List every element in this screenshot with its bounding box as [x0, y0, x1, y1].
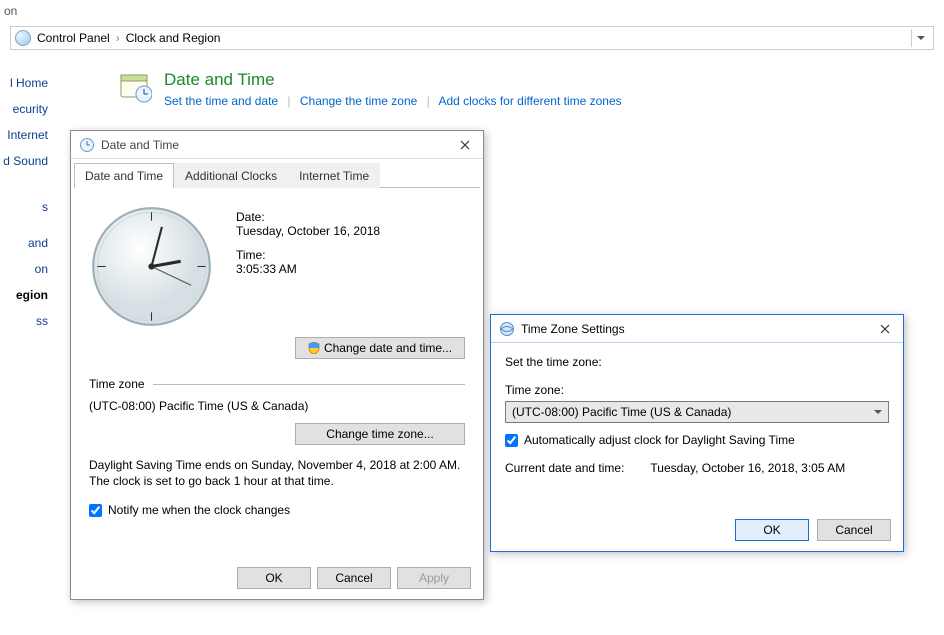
cancel-button[interactable]: Cancel [817, 519, 891, 541]
dst-info-text: Daylight Saving Time ends on Sunday, Nov… [89, 457, 465, 489]
dialog-body: Set the time zone: Time zone: (UTC-08:00… [491, 343, 903, 551]
change-date-time-button[interactable]: Change date and time... [295, 337, 465, 359]
sidebar-item[interactable]: ss [0, 308, 52, 334]
address-dropdown[interactable] [911, 29, 929, 47]
chevron-down-icon [874, 410, 882, 414]
sidebar-item[interactable]: d Sound [0, 148, 52, 174]
breadcrumb-root[interactable]: Control Panel [37, 31, 110, 45]
control-panel-icon [15, 30, 31, 46]
notify-checkbox[interactable] [89, 504, 102, 517]
close-icon [460, 140, 470, 150]
titlebar[interactable]: Time Zone Settings [491, 315, 903, 343]
titlebar[interactable]: Date and Time [71, 131, 483, 159]
notify-label: Notify me when the clock changes [108, 503, 290, 517]
breadcrumb-section[interactable]: Clock and Region [126, 31, 221, 45]
sidebar-item[interactable]: on [0, 256, 52, 282]
uac-shield-icon [308, 342, 320, 354]
link-change-timezone[interactable]: Change the time zone [300, 94, 417, 108]
date-time-readout: Date: Tuesday, October 16, 2018 Time: 3:… [236, 204, 380, 329]
tab-additional-clocks[interactable]: Additional Clocks [174, 163, 288, 188]
dialog-button-row: OK Cancel [735, 519, 891, 541]
current-datetime-label: Current date and time: [505, 461, 624, 475]
instruction-text: Set the time zone: [505, 355, 889, 369]
auto-dst-label: Automatically adjust clock for Daylight … [524, 433, 795, 447]
link-add-clocks[interactable]: Add clocks for different time zones [438, 94, 621, 108]
timezone-field-label: Time zone: [505, 383, 889, 397]
notify-row[interactable]: Notify me when the clock changes [89, 503, 465, 517]
date-and-time-dialog: Date and Time Date and Time Additional C… [70, 130, 484, 600]
timezone-section-label: Time zone [89, 377, 145, 391]
section-headline[interactable]: Date and Time [164, 70, 622, 90]
chevron-right-icon: › [116, 31, 120, 45]
tab-date-and-time[interactable]: Date and Time [74, 163, 174, 188]
sidebar-item[interactable]: s [0, 194, 52, 220]
close-button[interactable] [875, 319, 895, 339]
link-set-time[interactable]: Set the time and date [164, 94, 278, 108]
dialog-button-row: OK Cancel Apply [237, 567, 471, 589]
sidebar-item[interactable]: ecurity [0, 96, 52, 122]
sidebar-item-active[interactable]: egion [0, 282, 52, 308]
button-label: Change date and time... [324, 341, 452, 355]
chevron-down-icon [917, 36, 925, 40]
timezone-select[interactable]: (UTC-08:00) Pacific Time (US & Canada) [505, 401, 889, 423]
tab-panel: Date: Tuesday, October 16, 2018 Time: 3:… [71, 188, 483, 527]
sidebar-item[interactable]: and [0, 230, 52, 256]
globe-icon [499, 321, 515, 337]
analog-clock [89, 204, 214, 329]
time-value: 3:05:33 AM [236, 262, 380, 276]
tab-internet-time[interactable]: Internet Time [288, 163, 380, 188]
select-value: (UTC-08:00) Pacific Time (US & Canada) [512, 405, 731, 419]
date-time-icon [79, 137, 95, 153]
dialog-title: Date and Time [101, 138, 455, 152]
separator: | [287, 94, 290, 108]
window-title-fragment: on [0, 4, 17, 18]
time-label: Time: [236, 248, 380, 262]
sidebar-item[interactable]: Internet [0, 122, 52, 148]
change-time-zone-button[interactable]: Change time zone... [295, 423, 465, 445]
main-content: Date and Time Set the time and date | Ch… [120, 70, 622, 108]
current-datetime-value: Tuesday, October 16, 2018, 3:05 AM [650, 461, 845, 475]
time-zone-settings-dialog: Time Zone Settings Set the time zone: Ti… [490, 314, 904, 552]
date-label: Date: [236, 210, 380, 224]
separator: | [427, 94, 430, 108]
apply-button: Apply [397, 567, 471, 589]
close-icon [880, 324, 890, 334]
dialog-title: Time Zone Settings [521, 322, 875, 336]
category-sidebar: l Home ecurity Internet d Sound s and on… [0, 70, 52, 334]
task-links: Set the time and date | Change the time … [164, 94, 622, 108]
cancel-button[interactable]: Cancel [317, 567, 391, 589]
sidebar-item[interactable]: l Home [0, 70, 52, 96]
ok-button[interactable]: OK [735, 519, 809, 541]
tab-strip: Date and Time Additional Clocks Internet… [74, 162, 480, 188]
date-time-icon [120, 70, 152, 104]
close-button[interactable] [455, 135, 475, 155]
date-value: Tuesday, October 16, 2018 [236, 224, 380, 238]
ok-button[interactable]: OK [237, 567, 311, 589]
address-bar: Control Panel › Clock and Region [10, 26, 934, 50]
auto-dst-checkbox[interactable] [505, 434, 518, 447]
timezone-value: (UTC-08:00) Pacific Time (US & Canada) [89, 399, 465, 413]
auto-dst-row[interactable]: Automatically adjust clock for Daylight … [505, 433, 889, 447]
